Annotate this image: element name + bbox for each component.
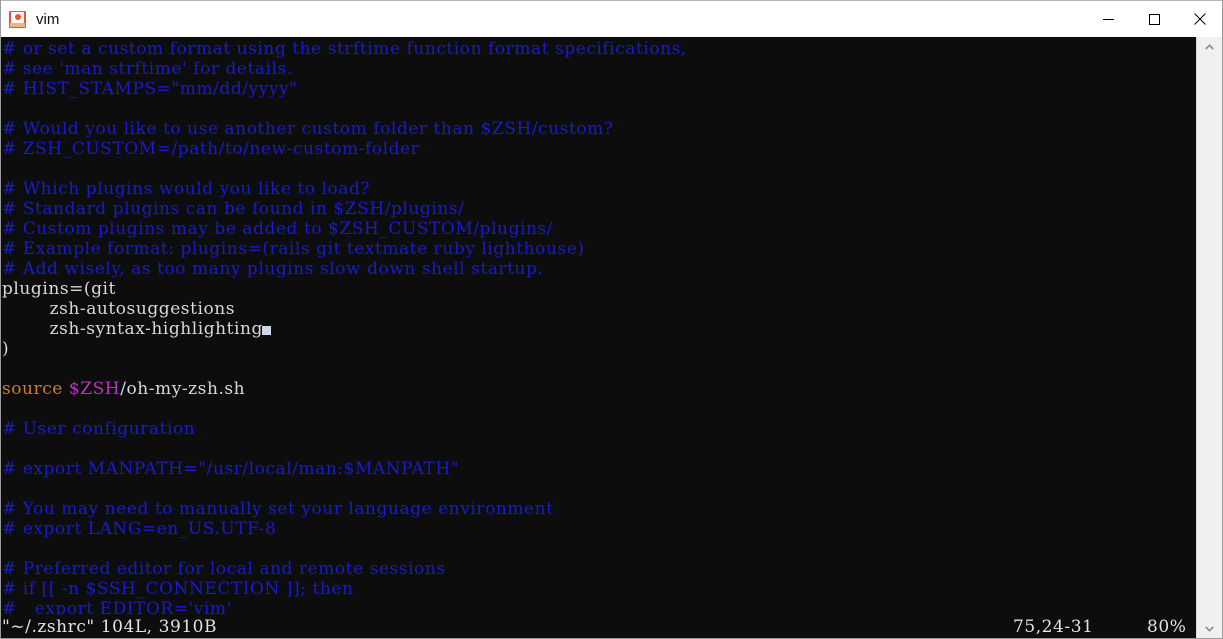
titlebar[interactable]: vim [1, 0, 1222, 38]
editor-line: # HIST_STAMPS="mm/dd/yyyy" [1, 79, 1197, 99]
editor-text-span: # or set a custom format using the strft… [2, 39, 687, 59]
editor-text-span: # Would you like to use another custom f… [2, 119, 614, 139]
window-title: vim [36, 10, 60, 28]
editor-line: # Which plugins would you like to load? [1, 179, 1197, 199]
editor-line: # export LANG=en_US.UTF-8 [1, 519, 1197, 539]
editor-line: # Would you like to use another custom f… [1, 119, 1197, 139]
editor-text-span: # ZSH_CUSTOM=/path/to/new-custom-folder [2, 139, 420, 159]
editor-text-span: # if [[ -n $SSH_CONNECTION ]]; then [2, 579, 354, 599]
editor-text-span: $ZSH [68, 379, 121, 399]
scrollbar-thumb[interactable] [1197, 381, 1222, 539]
editor-text-span: # You may need to manually set your lang… [2, 499, 554, 519]
editor-line: # ZSH_CUSTOM=/path/to/new-custom-folder [1, 139, 1197, 159]
editor-text-span: # Preferred editor for local and remote … [2, 559, 446, 579]
editor-text-span: # export LANG=en_US.UTF-8 [2, 519, 277, 539]
chevron-up-icon[interactable] [1197, 37, 1222, 57]
editor-text-span: # User configuration [2, 419, 196, 439]
editor-line: # Standard plugins can be found in $ZSH/… [1, 199, 1197, 219]
editor-line: # Add wisely, as too many plugins slow d… [1, 259, 1197, 279]
editor-text-area[interactable]: # or set a custom format using the strft… [1, 39, 1197, 619]
vim-status-line: "~/.zshrc" 104L, 3910B 75,24-31 80% [1, 615, 1197, 638]
close-button[interactable] [1177, 1, 1222, 38]
editor-text-span: # Custom plugins may be added to $ZSH_CU… [2, 219, 554, 239]
scrollbar-track[interactable] [1197, 57, 1222, 619]
editor-line: # User configuration [1, 419, 1197, 439]
editor-line: zsh-autosuggestions [1, 299, 1197, 319]
editor-text-span: # export MANPATH="/usr/local/man:$MANPAT… [2, 459, 460, 479]
vim-icon [9, 10, 26, 28]
editor-line: # or set a custom format using the strft… [1, 39, 1197, 59]
editor-text-span: ) [2, 339, 10, 359]
editor-text-span: # HIST_STAMPS="mm/dd/yyyy" [2, 79, 298, 99]
status-cursor-position: 75,24-31 [1013, 617, 1094, 637]
vertical-scrollbar[interactable] [1196, 37, 1222, 638]
editor-line: # Example format: plugins=(rails git tex… [1, 239, 1197, 259]
minimize-button[interactable] [1085, 1, 1131, 38]
editor-text-span: # Which plugins would you like to load? [2, 179, 371, 199]
editor-line: source $ZSH/oh-my-zsh.sh [1, 379, 1197, 399]
editor-line: # if [[ -n $SSH_CONNECTION ]]; then [1, 579, 1197, 599]
chevron-down-icon[interactable] [1197, 619, 1222, 638]
editor-line: ) [1, 339, 1197, 359]
editor-text-span: zsh-autosuggestions [2, 299, 236, 319]
window-controls [1085, 1, 1222, 38]
status-percent: 80% [1147, 617, 1187, 637]
editor-line: zsh-syntax-highlighting [1, 319, 1197, 339]
editor-line: # You may need to manually set your lang… [1, 499, 1197, 519]
editor-line: # export MANPATH="/usr/local/man:$MANPAT… [1, 459, 1197, 479]
editor-text-span: zsh-syntax-highlighting [2, 319, 263, 339]
vim-window: vim # or set a custom format using the s… [0, 0, 1223, 639]
editor-text-span: # Example format: plugins=(rails git tex… [2, 239, 585, 259]
text-cursor [261, 326, 271, 335]
editor-text-span: # see 'man strftime' for details. [2, 59, 293, 79]
maximize-button[interactable] [1131, 1, 1177, 38]
titlebar-left: vim [1, 1, 1085, 37]
editor-text-span: plugins=(git [2, 279, 116, 299]
editor-text-span: # Add wisely, as too many plugins slow d… [2, 259, 544, 279]
editor-line: # Preferred editor for local and remote … [1, 559, 1197, 579]
editor-line: plugins=(git [1, 279, 1197, 299]
editor-text-span: /oh-my-zsh.sh [120, 379, 246, 399]
editor-text-span: source [2, 379, 69, 399]
editor-line: # Custom plugins may be added to $ZSH_CU… [1, 219, 1197, 239]
editor-text-span: # Standard plugins can be found in $ZSH/… [2, 199, 465, 219]
terminal-viewport[interactable]: # or set a custom format using the strft… [1, 37, 1197, 638]
status-filename: "~/.zshrc" 104L, 3910B [2, 617, 218, 637]
editor-line: # see 'man strftime' for details. [1, 59, 1197, 79]
